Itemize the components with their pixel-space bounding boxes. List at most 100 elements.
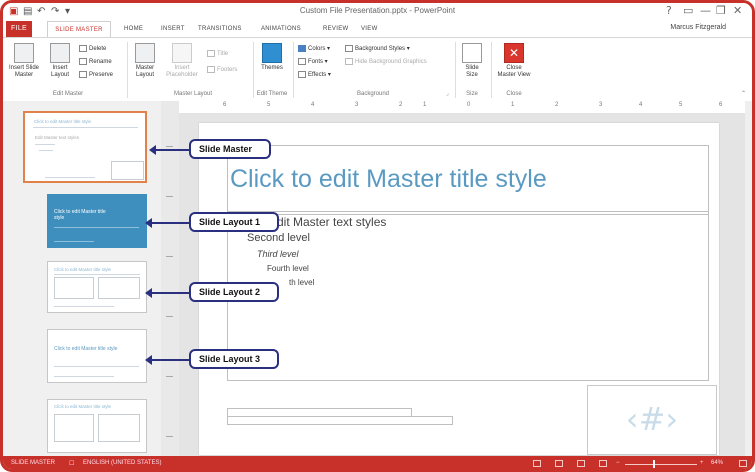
colors-icon <box>298 45 306 52</box>
ribbon-display-icon[interactable]: ▭ <box>683 4 693 17</box>
slide-number-placeholder[interactable]: ‹#› <box>587 385 717 455</box>
fonts-icon <box>298 58 306 65</box>
tab-view[interactable]: VIEW <box>361 21 378 37</box>
callout-arrow <box>145 218 189 228</box>
thumbnail-title: Click to edit Master title style <box>54 404 112 409</box>
body-level-5: th level <box>289 278 315 287</box>
tab-insert[interactable]: INSERT <box>161 21 185 37</box>
effects-icon <box>298 71 306 78</box>
minimize-icon[interactable]: — <box>700 4 711 17</box>
thumbnail-slide-layout-2[interactable]: Click to edit Master title style <box>47 261 147 313</box>
slide-sorter-icon[interactable] <box>555 460 563 467</box>
title-bar: ▣ ▤ ↶ ↷ ▾ Custom File Presentation.pptx … <box>3 3 752 22</box>
thumbnail-title: Click to edit Master title style <box>54 267 112 272</box>
footer-placeholder[interactable] <box>227 416 453 425</box>
body-level-3: Third level <box>257 249 299 259</box>
close-icon[interactable]: ✕ <box>733 4 742 17</box>
close-master-icon: ✕ <box>504 43 524 63</box>
slide-size-button[interactable]: Slide Size <box>459 43 485 79</box>
callout-arrow <box>145 355 189 365</box>
proofing-icon[interactable]: ☐ <box>69 460 74 467</box>
reading-view-icon[interactable] <box>577 460 585 467</box>
tab-transitions[interactable]: TRANSITIONS <box>198 21 242 37</box>
thumbnail-slide-layout-3[interactable]: Click to edit Master title style <box>47 329 147 383</box>
restore-icon[interactable]: ❐ <box>716 4 726 17</box>
thumbnail-title: Click to edit Master title style <box>54 346 118 352</box>
fonts-dropdown[interactable]: Fonts ▾ <box>298 58 328 65</box>
group-label-background: Background <box>356 91 390 97</box>
zoom-in-icon[interactable]: + <box>700 460 704 466</box>
status-view: SLIDE MASTER <box>11 460 56 466</box>
master-layout-button[interactable]: Master Layout <box>131 43 159 79</box>
body-level-4: Fourth level <box>267 264 309 273</box>
preserve-button[interactable]: Preserve <box>79 71 113 78</box>
footers-checkbox[interactable]: Footers <box>207 66 237 73</box>
group-separator <box>455 42 456 98</box>
layout-icon <box>50 43 70 63</box>
checkbox-icon <box>207 66 215 73</box>
group-label-close: Close <box>506 91 522 97</box>
colors-dropdown[interactable]: Colors ▾ <box>298 45 330 52</box>
slide-size-icon <box>462 43 482 63</box>
zoom-level[interactable]: 64% <box>711 460 723 466</box>
zoom-slider[interactable] <box>625 464 697 465</box>
callout-slide-layout-2: Slide Layout 2 <box>189 282 279 302</box>
checkbox-icon <box>207 50 215 57</box>
normal-view-icon[interactable] <box>533 460 541 467</box>
group-separator <box>293 42 294 98</box>
background-dialog-launcher-icon[interactable]: ⌟ <box>446 90 449 97</box>
user-name[interactable]: Marcus Fitzgerald <box>670 24 726 31</box>
ribbon-tabs: FILE SLIDE MASTER HOME INSERT TRANSITION… <box>3 21 752 37</box>
tab-review[interactable]: REVIEW <box>323 21 348 37</box>
thumbnail-scrollbar[interactable] <box>161 101 180 456</box>
callout-slide-layout-1: Slide Layout 1 <box>189 212 279 232</box>
group-separator <box>491 42 492 98</box>
group-label-master-layout: Master Layout <box>173 91 213 97</box>
slide-master-icon <box>14 43 34 63</box>
rename-icon <box>79 58 87 65</box>
insert-layout-button[interactable]: Insert Layout <box>45 43 75 79</box>
group-label-size: Size <box>466 91 478 97</box>
status-language[interactable]: ENGLISH (UNITED STATES) <box>83 460 161 466</box>
help-icon[interactable]: ? <box>666 4 672 17</box>
tab-file[interactable]: FILE <box>6 21 32 37</box>
collapse-ribbon-icon[interactable]: ⌃ <box>741 90 746 97</box>
callout-slide-master: Slide Master <box>189 139 271 159</box>
canvas-scrollbar[interactable] <box>745 101 752 456</box>
callout-arrow <box>145 288 189 298</box>
title-checkbox[interactable]: Title <box>207 50 228 57</box>
pin-icon <box>79 71 87 78</box>
close-master-view-button[interactable]: ✕ Close Master View <box>497 43 531 79</box>
slide-show-icon[interactable] <box>599 460 607 467</box>
zoom-slider-thumb[interactable] <box>653 460 655 468</box>
thumbnail-title: Click to edit Master title style <box>34 119 92 124</box>
delete-button[interactable]: Delete <box>79 45 106 52</box>
master-title-text: Click to edit Master title style <box>230 165 547 193</box>
group-separator <box>127 42 128 98</box>
tab-slide-master[interactable]: SLIDE MASTER <box>47 21 111 37</box>
background-styles-dropdown[interactable]: Background Styles ▾ <box>345 45 410 52</box>
body-level-2: Second level <box>247 232 310 244</box>
effects-dropdown[interactable]: Effects ▾ <box>298 71 331 78</box>
insert-placeholder-button[interactable]: Insert Placeholder <box>163 43 201 79</box>
callout-arrow <box>149 145 189 155</box>
group-label-edit-theme: Edit Theme <box>256 91 288 97</box>
themes-icon <box>262 43 282 63</box>
tab-animations[interactable]: ANIMATIONS <box>261 21 301 37</box>
insert-slide-master-button[interactable]: Insert Slide Master <box>7 43 41 79</box>
thumbnail-slide-master[interactable]: Click to edit Master title style Edit Ma… <box>23 111 147 183</box>
zoom-out-icon[interactable]: − <box>616 460 620 466</box>
themes-button[interactable]: Themes <box>258 43 286 72</box>
background-styles-icon <box>345 45 353 52</box>
rename-button[interactable]: Rename <box>79 58 112 65</box>
fit-slide-icon[interactable] <box>739 460 747 467</box>
ribbon: Insert Slide Master Insert Layout Delete… <box>3 37 752 103</box>
thumbnail-slide-layout-4[interactable]: Click to edit Master title style <box>47 399 147 453</box>
thumbnail-slide-layout-1[interactable]: Click to edit Master title style <box>47 194 147 248</box>
status-bar: SLIDE MASTER ☐ ENGLISH (UNITED STATES) −… <box>3 456 752 469</box>
powerpoint-window: ▣ ▤ ↶ ↷ ▾ Custom File Presentation.pptx … <box>0 0 755 472</box>
group-label-edit-master: Edit Master <box>52 91 84 97</box>
tab-home[interactable]: HOME <box>124 21 143 37</box>
hide-background-graphics-checkbox[interactable]: Hide Background Graphics <box>345 58 427 65</box>
slide-thumbnail-pane: Click to edit Master title style Edit Ma… <box>3 101 162 456</box>
